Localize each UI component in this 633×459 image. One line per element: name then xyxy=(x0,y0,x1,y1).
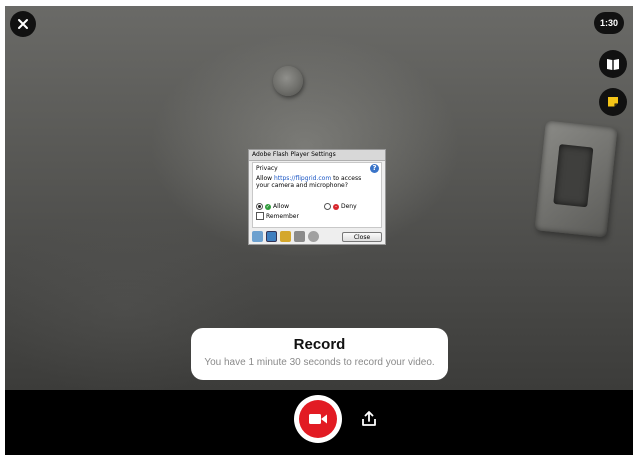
storage-tab-icon[interactable] xyxy=(280,231,291,242)
record-subtitle: You have 1 minute 30 seconds to record y… xyxy=(204,357,435,368)
close-dialog-button[interactable]: Close xyxy=(342,231,382,242)
book-button[interactable] xyxy=(599,50,627,78)
dialog-title: Adobe Flash Player Settings xyxy=(249,150,385,161)
check-icon: ✓ xyxy=(265,203,271,210)
video-camera-icon xyxy=(309,414,327,424)
remember-option[interactable]: Remember xyxy=(256,212,299,220)
microphone-tab-icon[interactable] xyxy=(294,231,305,242)
sticky-note-button[interactable] xyxy=(599,88,627,116)
wall-knob xyxy=(273,66,303,96)
remember-checkbox[interactable] xyxy=(256,212,264,220)
privacy-message: Allow https://flipgrid.com to access you… xyxy=(256,175,362,189)
allow-radio[interactable] xyxy=(256,203,263,210)
privacy-panel: Privacy ? Allow https://flipgrid.com to … xyxy=(252,162,382,228)
camera-tab-icon[interactable] xyxy=(308,231,319,242)
record-title: Record xyxy=(293,336,346,353)
light-switch xyxy=(534,120,618,238)
deny-radio[interactable] xyxy=(324,203,331,210)
close-icon xyxy=(18,19,28,29)
flash-settings-dialog: Adobe Flash Player Settings Privacy ? Al… xyxy=(248,149,386,245)
record-button-inner xyxy=(299,400,337,438)
privacy-heading: Privacy xyxy=(256,165,278,172)
record-button[interactable] xyxy=(294,395,342,443)
display-tab-icon[interactable] xyxy=(252,231,263,242)
recorder-frame: 1:30 Adobe Flash Player Settings Privacy… xyxy=(5,6,633,455)
settings-tabs: Close xyxy=(252,230,382,243)
site-link[interactable]: https://flipgrid.com xyxy=(274,175,331,182)
book-icon xyxy=(607,59,619,70)
allow-option[interactable]: ✓ Allow xyxy=(256,203,289,210)
upload-button[interactable] xyxy=(361,411,377,427)
deny-icon: – xyxy=(333,203,339,210)
sticky-note-icon xyxy=(608,97,620,109)
privacy-tab-icon[interactable] xyxy=(266,231,277,242)
upload-icon xyxy=(362,411,376,426)
record-tooltip: Record You have 1 minute 30 seconds to r… xyxy=(191,328,448,380)
deny-option[interactable]: – Deny xyxy=(324,203,357,210)
close-button[interactable] xyxy=(10,11,36,37)
timer-badge: 1:30 xyxy=(594,12,624,34)
help-icon[interactable]: ? xyxy=(370,164,379,173)
